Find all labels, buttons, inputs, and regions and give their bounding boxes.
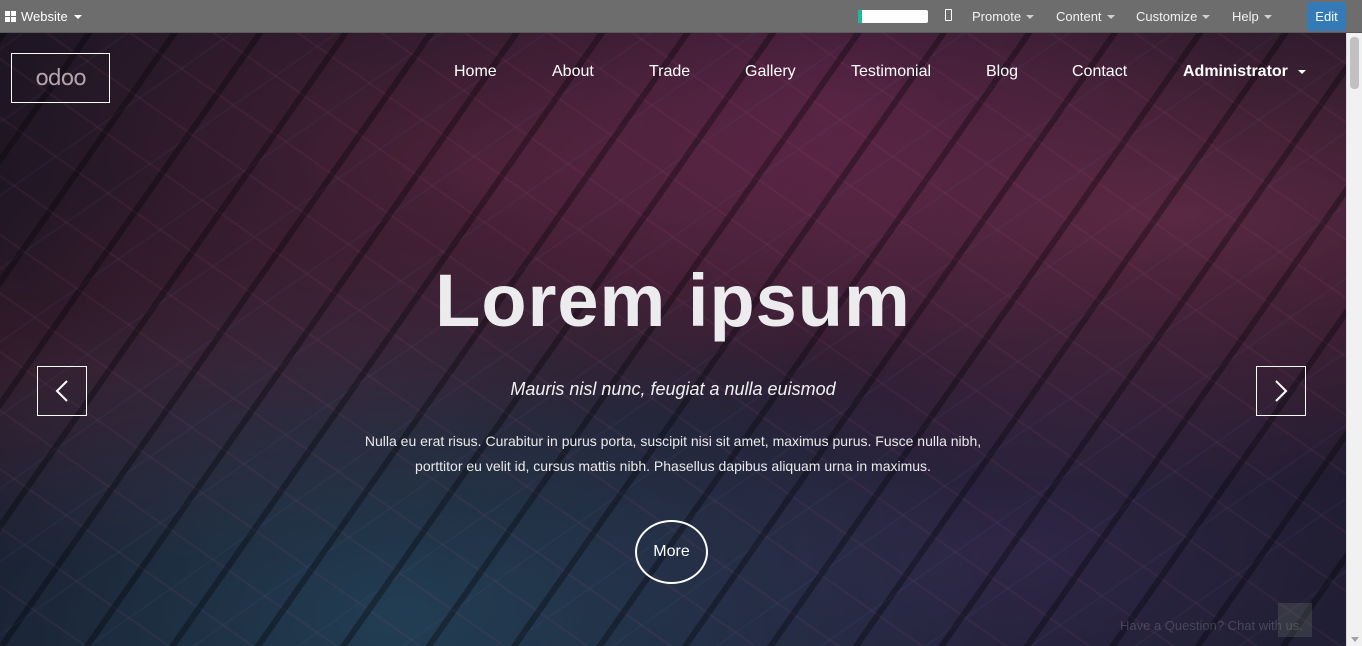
- hero-body-line: porttitor eu velit id, cursus mattis nib…: [415, 458, 931, 474]
- hero-body-line: Nulla eu erat risus. Curabitur in purus …: [364, 433, 982, 449]
- edit-button[interactable]: Edit: [1307, 2, 1346, 31]
- nav-blog[interactable]: Blog: [986, 63, 1018, 81]
- menu-customize-label: Customize: [1136, 9, 1198, 24]
- site-logo[interactable]: odoo: [11, 53, 110, 103]
- nav-gallery[interactable]: Gallery: [745, 63, 796, 81]
- nav-contact[interactable]: Contact: [1072, 63, 1127, 81]
- website-menu[interactable]: Website: [5, 9, 82, 24]
- logo-text: odoo: [35, 65, 86, 91]
- scrollbar-thumb[interactable]: [1350, 37, 1359, 89]
- website-menu-label: Website: [21, 9, 68, 24]
- menu-promote[interactable]: Promote: [972, 9, 1035, 24]
- page-scrollbar[interactable]: [1346, 33, 1362, 646]
- caret-down-icon: [73, 14, 82, 19]
- menu-promote-label: Promote: [972, 9, 1022, 24]
- user-menu-label: Administrator: [1183, 63, 1288, 80]
- progress-fill: [858, 10, 862, 23]
- admin-navbar: Website Promote Content Customize Help E…: [0, 0, 1362, 33]
- nav-testimonial[interactable]: Testimonial: [851, 63, 931, 81]
- caret-down-icon: [1298, 69, 1307, 74]
- menu-help-label: Help: [1232, 9, 1259, 24]
- caret-down-icon: [1026, 14, 1035, 19]
- hero-title: Lorem ipsum: [435, 259, 911, 342]
- mobile-icon[interactable]: [945, 9, 952, 21]
- hero-banner: odoo Home About Trade Gallery Testimonia…: [0, 33, 1346, 646]
- caret-down-icon: [1263, 14, 1272, 19]
- progress-bar: [858, 10, 928, 23]
- nav-home[interactable]: Home: [454, 63, 497, 81]
- caret-down-icon: [1106, 14, 1115, 19]
- scroll-down-icon[interactable]: [1351, 637, 1359, 642]
- nav-about[interactable]: About: [552, 63, 594, 81]
- menu-help[interactable]: Help: [1232, 9, 1272, 24]
- nav-trade[interactable]: Trade: [649, 63, 690, 81]
- menu-content-label: Content: [1056, 9, 1102, 24]
- nav-user-menu[interactable]: Administrator: [1183, 63, 1307, 81]
- hero-body: Nulla eu erat risus. Curabitur in purus …: [340, 429, 1006, 479]
- hero-subtitle: Mauris nisl nunc, feugiat a nulla euismo…: [510, 379, 836, 399]
- caret-down-icon: [1202, 14, 1211, 19]
- more-button[interactable]: More: [635, 520, 708, 584]
- menu-content[interactable]: Content: [1056, 9, 1115, 24]
- grid-icon: [5, 11, 17, 22]
- livechat-button[interactable]: [1278, 603, 1312, 637]
- menu-customize[interactable]: Customize: [1136, 9, 1211, 24]
- livechat-hint[interactable]: Have a Question? Chat with us.: [1120, 618, 1303, 633]
